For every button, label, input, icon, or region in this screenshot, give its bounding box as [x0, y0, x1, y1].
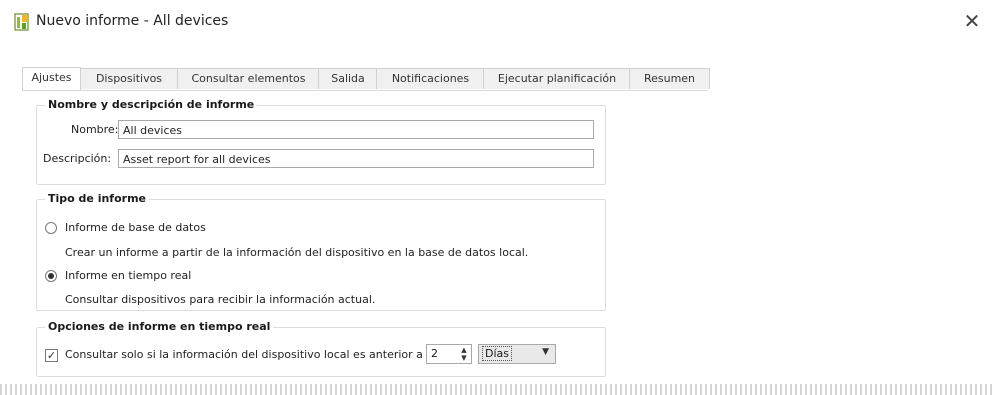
window-title: Nuevo informe - All devices [36, 13, 229, 29]
realtime-report-radio[interactable] [45, 270, 57, 282]
name-field[interactable]: All devices [118, 120, 594, 139]
name-label: Nombre: [71, 123, 119, 136]
description-field[interactable]: Asset report for all devices [118, 149, 594, 168]
database-report-help: Crear un informe a partir de la informac… [65, 246, 529, 259]
name-description-group: Nombre y descripción de informe Nombre: … [36, 98, 606, 185]
age-spinner[interactable]: 2 ▲ ▼ [426, 344, 472, 364]
settings-panel: Nombre y descripción de informe Nombre: … [22, 90, 708, 387]
realtime-report-help: Consultar dispositivos para recibir la i… [65, 293, 376, 306]
age-unit-select[interactable]: Días ▼ [478, 344, 556, 364]
description-label: Descripción: [43, 152, 112, 165]
group-title: Nombre y descripción de informe [45, 98, 258, 111]
spinner-arrows-icon[interactable]: ▲ ▼ [459, 346, 469, 362]
tab-ajustes[interactable]: Ajustes [22, 67, 81, 90]
database-report-radio[interactable] [45, 222, 57, 234]
report-type-group: Tipo de informe Informe de base de datos… [36, 192, 606, 311]
tab-salida[interactable]: Salida [318, 68, 378, 89]
tab-resumen[interactable]: Resumen [629, 68, 710, 89]
tab-ejecutar-planificacion[interactable]: Ejecutar planificación [483, 68, 631, 89]
realtime-report-label[interactable]: Informe en tiempo real [65, 269, 191, 282]
close-icon[interactable]: ✕ [960, 9, 984, 33]
title-bar: Nuevo informe - All devices ✕ [0, 0, 993, 40]
tab-consultar-elementos[interactable]: Consultar elementos [177, 68, 320, 89]
report-dialog: Nuevo informe - All devices ✕ Ajustes Di… [0, 0, 993, 395]
tab-dispositivos[interactable]: Dispositivos [79, 68, 179, 89]
query-age-label[interactable]: Consultar solo si la información del dis… [65, 348, 423, 361]
group-title: Tipo de informe [45, 192, 149, 205]
tab-notificaciones[interactable]: Notificaciones [376, 68, 485, 89]
age-spinner-value: 2 [431, 347, 438, 360]
database-report-label[interactable]: Informe de base de datos [65, 221, 206, 234]
group-title: Opciones de informe en tiempo real [45, 320, 274, 333]
chevron-down-icon: ▼ [542, 347, 549, 357]
report-icon [14, 13, 29, 31]
realtime-options-group: Opciones de informe en tiempo real ✓ Con… [36, 320, 606, 377]
scan-noise [0, 384, 993, 395]
age-unit-value: Días [482, 346, 512, 361]
query-age-checkbox[interactable]: ✓ [45, 349, 58, 362]
